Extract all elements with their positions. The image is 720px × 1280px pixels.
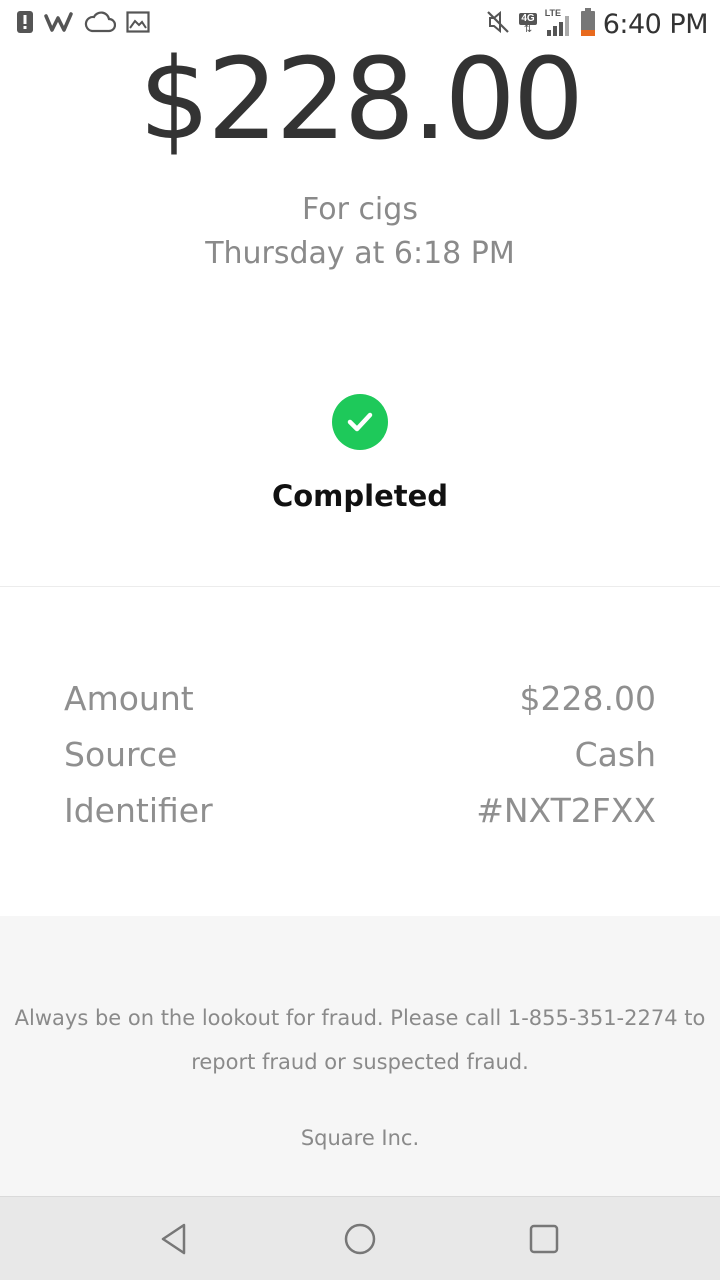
- back-icon[interactable]: [154, 1219, 194, 1259]
- fraud-notice-line-1: Always be on the lookout for fraud. Plea…: [14, 1006, 706, 1030]
- payment-memo: For cigs: [302, 192, 418, 227]
- detail-label: Source: [64, 734, 178, 774]
- navigation-bar: [0, 1196, 720, 1280]
- detail-value: $228.00: [519, 678, 656, 718]
- detail-row-source: Source Cash: [64, 726, 656, 782]
- payment-amount: $228.00: [138, 35, 584, 165]
- payment-details: Amount $228.00 Source Cash Identifier #N…: [64, 670, 656, 838]
- footer: Always be on the lookout for fraud. Plea…: [0, 916, 720, 1196]
- status-bar-notifications: [16, 10, 150, 38]
- fraud-notice-line-2: report fraud or suspected fraud.: [191, 1050, 529, 1074]
- detail-row-amount: Amount $228.00: [64, 670, 656, 726]
- network-type-badge: 4G ⇅: [519, 13, 537, 35]
- detail-value: #NXT2FXX: [476, 790, 656, 830]
- wish-icon: [44, 10, 74, 39]
- clock: 6:40 PM: [602, 8, 709, 40]
- recents-icon[interactable]: [524, 1219, 564, 1259]
- fraud-notice: Always be on the lookout for fraud. Plea…: [0, 996, 720, 1084]
- detail-label: Identifier: [64, 790, 213, 830]
- payment-date: Thursday at 6:18 PM: [205, 236, 515, 271]
- payment-status: Completed: [271, 479, 449, 513]
- image-icon: [126, 10, 150, 38]
- battery-icon: [580, 7, 595, 41]
- data-activity-icon: ⇅: [523, 24, 533, 35]
- alert-icon: [16, 10, 34, 39]
- signal-icon: LTE: [545, 8, 573, 38]
- detail-label: Amount: [64, 678, 194, 718]
- company-name: Square Inc.: [300, 1126, 420, 1150]
- section-divider: [0, 586, 720, 587]
- detail-row-identifier: Identifier #NXT2FXX: [64, 782, 656, 838]
- detail-value: Cash: [574, 734, 656, 774]
- checkmark-icon: [332, 394, 388, 450]
- cloud-icon: [84, 10, 117, 38]
- home-icon[interactable]: [340, 1219, 380, 1259]
